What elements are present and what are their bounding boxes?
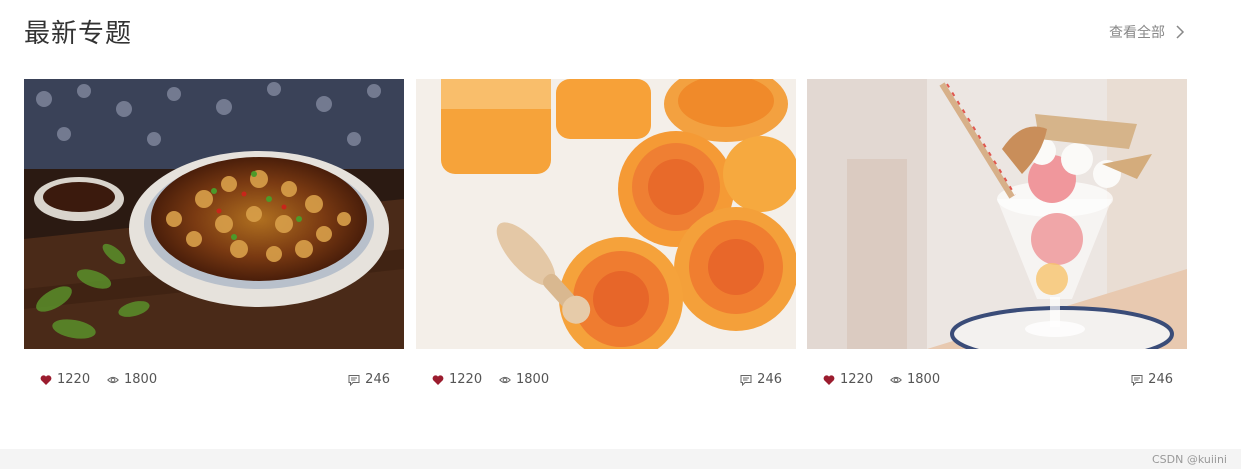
spicy-snails-dish-image — [24, 79, 404, 349]
eye-icon — [890, 376, 902, 384]
like-count[interactable]: 1220 — [432, 371, 482, 389]
eye-icon — [499, 376, 511, 384]
topic-card[interactable]: 1220 1800 246 — [24, 79, 404, 399]
comment-count-value: 246 — [757, 372, 782, 387]
comment-count[interactable]: 246 — [1131, 371, 1173, 389]
card-stats: 1220 1800 246 — [40, 371, 390, 391]
orange-juice-squeezer-image — [416, 79, 796, 349]
comment-count-value: 246 — [365, 372, 390, 387]
comment-icon — [740, 375, 752, 386]
like-count[interactable]: 1220 — [40, 371, 90, 389]
section-title: 最新专题 — [24, 19, 133, 49]
card-stats: 1220 1800 246 — [823, 371, 1173, 391]
like-count-value: 1220 — [449, 372, 483, 387]
heart-icon — [823, 375, 835, 385]
like-count-value: 1220 — [840, 372, 874, 387]
view-count: 1800 — [107, 371, 157, 389]
card-stats: 1220 1800 246 — [432, 371, 782, 391]
card-image[interactable] — [24, 79, 404, 349]
page-footer — [0, 449, 1241, 469]
card-image[interactable] — [416, 79, 796, 349]
view-all-link[interactable]: 查看全部 — [1109, 22, 1185, 42]
like-count-value: 1220 — [57, 372, 91, 387]
topic-card[interactable]: 1220 1800 246 — [416, 79, 796, 399]
heart-icon — [40, 375, 52, 385]
like-count[interactable]: 1220 — [823, 371, 873, 389]
eye-icon — [107, 376, 119, 384]
comment-count-value: 246 — [1148, 372, 1173, 387]
comment-count[interactable]: 246 — [348, 371, 390, 389]
ice-cream-sundae-image — [807, 79, 1187, 349]
view-count-value: 1800 — [516, 372, 550, 387]
view-count-value: 1800 — [124, 372, 158, 387]
topic-card[interactable]: 1220 1800 246 — [807, 79, 1187, 399]
view-count-value: 1800 — [907, 372, 941, 387]
comment-icon — [348, 375, 360, 386]
card-image[interactable] — [807, 79, 1187, 349]
comment-icon — [1131, 375, 1143, 386]
section-header: 最新专题 查看全部 — [24, 14, 1185, 58]
heart-icon — [432, 375, 444, 385]
watermark: CSDN @kuiini — [1151, 453, 1227, 466]
comment-count[interactable]: 246 — [740, 371, 782, 389]
view-count: 1800 — [890, 371, 940, 389]
view-count: 1800 — [499, 371, 549, 389]
view-all-label: 查看全部 — [1109, 25, 1165, 41]
chevron-right-icon — [1176, 25, 1185, 39]
